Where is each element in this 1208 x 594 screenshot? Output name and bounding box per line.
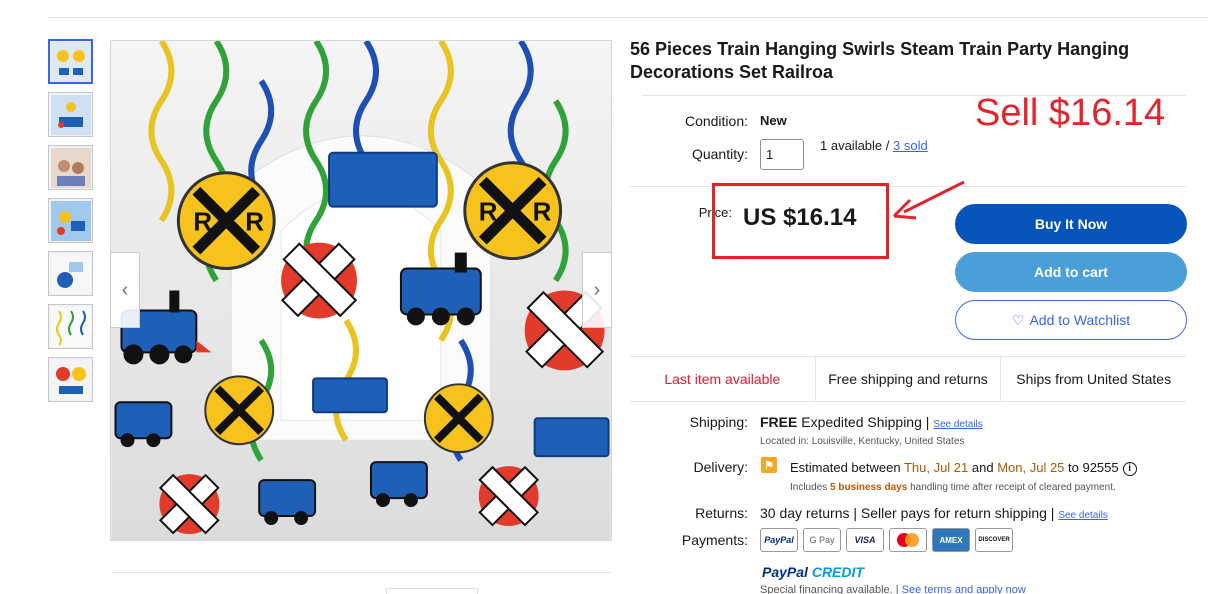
- thumbnail-1[interactable]: [48, 39, 93, 84]
- discover-logo: DISCOVER: [975, 528, 1013, 552]
- image-below-tab: [386, 588, 478, 594]
- condition-value: New: [760, 113, 787, 128]
- sold-count-link[interactable]: 3 sold: [893, 138, 928, 153]
- thumbnail-strip: [48, 39, 94, 410]
- special-financing-text: Special financing available. |: [760, 584, 902, 594]
- thumbnail-4[interactable]: [48, 198, 93, 243]
- delivery-label: Delivery:: [693, 459, 748, 475]
- svg-text:R: R: [193, 209, 212, 237]
- visa-logo: VISA: [846, 528, 884, 552]
- svg-text:R: R: [533, 199, 552, 227]
- sell-price-annotation: Sell $16.14: [975, 92, 1166, 134]
- feature-ships-from: Ships from United States: [1016, 371, 1172, 387]
- image-divider: [112, 572, 612, 573]
- delivery-date-end: Mon, Jul 25: [997, 460, 1065, 475]
- terms-link[interactable]: See terms and apply now: [902, 584, 1026, 594]
- condition-label: Condition:: [684, 113, 748, 129]
- title-divider: [642, 95, 1186, 96]
- chevron-left-icon: ‹: [121, 278, 129, 301]
- feature-last-item: Last item available: [630, 357, 816, 401]
- watchlist-label: Add to Watchlist: [1029, 312, 1131, 328]
- product-title: 56 Pieces Train Hanging Swirls Steam Tra…: [630, 39, 1130, 82]
- info-icon[interactable]: i: [1122, 461, 1137, 476]
- train-decorations-picture: R R R R: [111, 41, 611, 540]
- thumbnail-2[interactable]: [48, 92, 93, 137]
- paypal-credit-paypal: PayPal: [762, 564, 808, 580]
- delivery-and: and: [968, 460, 998, 475]
- quantity-input[interactable]: [760, 139, 804, 170]
- shipping-method: Expedited Shipping |: [797, 414, 934, 430]
- returns-label: Returns:: [695, 505, 748, 521]
- returns-see-details-link[interactable]: See details: [1058, 510, 1107, 521]
- returns-value: 30 day returns | Seller pays for return …: [760, 505, 1108, 521]
- thumbnail-5[interactable]: [48, 251, 93, 296]
- delivery-flag-icon: ⚑: [761, 457, 777, 473]
- svg-text:R: R: [245, 209, 264, 237]
- amex-logo: AMEX: [932, 528, 970, 552]
- price-highlight-box: [712, 183, 889, 259]
- add-to-watchlist-button[interactable]: ♡ Add to Watchlist: [955, 300, 1187, 340]
- paypal-credit-credit: CREDIT: [811, 564, 864, 580]
- svg-text:R: R: [479, 199, 498, 227]
- google-pay-logo: G Pay: [803, 528, 841, 552]
- payment-methods: PayPal G Pay VISA AMEX DISCOVER: [760, 528, 1013, 552]
- shipping-label: Shipping:: [689, 414, 748, 430]
- buy-it-now-button[interactable]: Buy It Now: [955, 204, 1187, 244]
- heart-icon: ♡: [1011, 311, 1025, 328]
- payments-label: Payments:: [681, 532, 748, 548]
- paypal-credit-logo: PayPal CREDIT: [762, 564, 864, 580]
- special-financing: Special financing available. | See terms…: [760, 584, 1026, 594]
- paypal-logo: PayPal: [760, 528, 798, 552]
- add-to-cart-button[interactable]: Add to cart: [955, 252, 1187, 292]
- next-image-button[interactable]: ›: [582, 252, 612, 328]
- feature-free-shipping: Free shipping and returns: [816, 357, 1002, 401]
- quantity-label: Quantity:: [691, 146, 748, 162]
- returns-text: 30 day returns | Seller pays for return …: [760, 505, 1059, 521]
- thumbnail-6[interactable]: [48, 304, 93, 349]
- availability-text: 1 available / 3 sold: [820, 138, 928, 153]
- feature-highlights: Last item available Free shipping and re…: [630, 356, 1186, 402]
- mastercard-logo: [889, 528, 927, 552]
- main-product-image[interactable]: R R R R: [110, 40, 612, 541]
- handling-note: Includes 5 business days handling time a…: [790, 482, 1116, 493]
- shipping-value: FREE Expedited Shipping | See details: [760, 414, 983, 430]
- previous-image-button[interactable]: ‹: [110, 252, 140, 328]
- top-divider: [48, 17, 1208, 18]
- thumbnail-7[interactable]: [48, 357, 93, 402]
- delivery-estimate: Estimated between Thu, Jul 21 and Mon, J…: [790, 460, 1137, 476]
- chevron-right-icon: ›: [593, 278, 601, 301]
- item-location: Located in: Louisville, Kentucky, United…: [760, 436, 965, 447]
- delivery-zip: to 92555: [1064, 460, 1119, 475]
- available-count: 1 available /: [820, 138, 893, 153]
- shipping-free: FREE: [760, 414, 798, 430]
- handling-days: 5 business days: [830, 482, 908, 493]
- handling-prefix: Includes: [790, 482, 831, 493]
- delivery-prefix: Estimated between: [790, 460, 904, 475]
- handling-suffix: handling time after receipt of cleared p…: [907, 482, 1116, 493]
- shipping-see-details-link[interactable]: See details: [933, 419, 982, 430]
- thumbnail-3[interactable]: [48, 145, 93, 190]
- delivery-date-start: Thu, Jul 21: [903, 460, 969, 475]
